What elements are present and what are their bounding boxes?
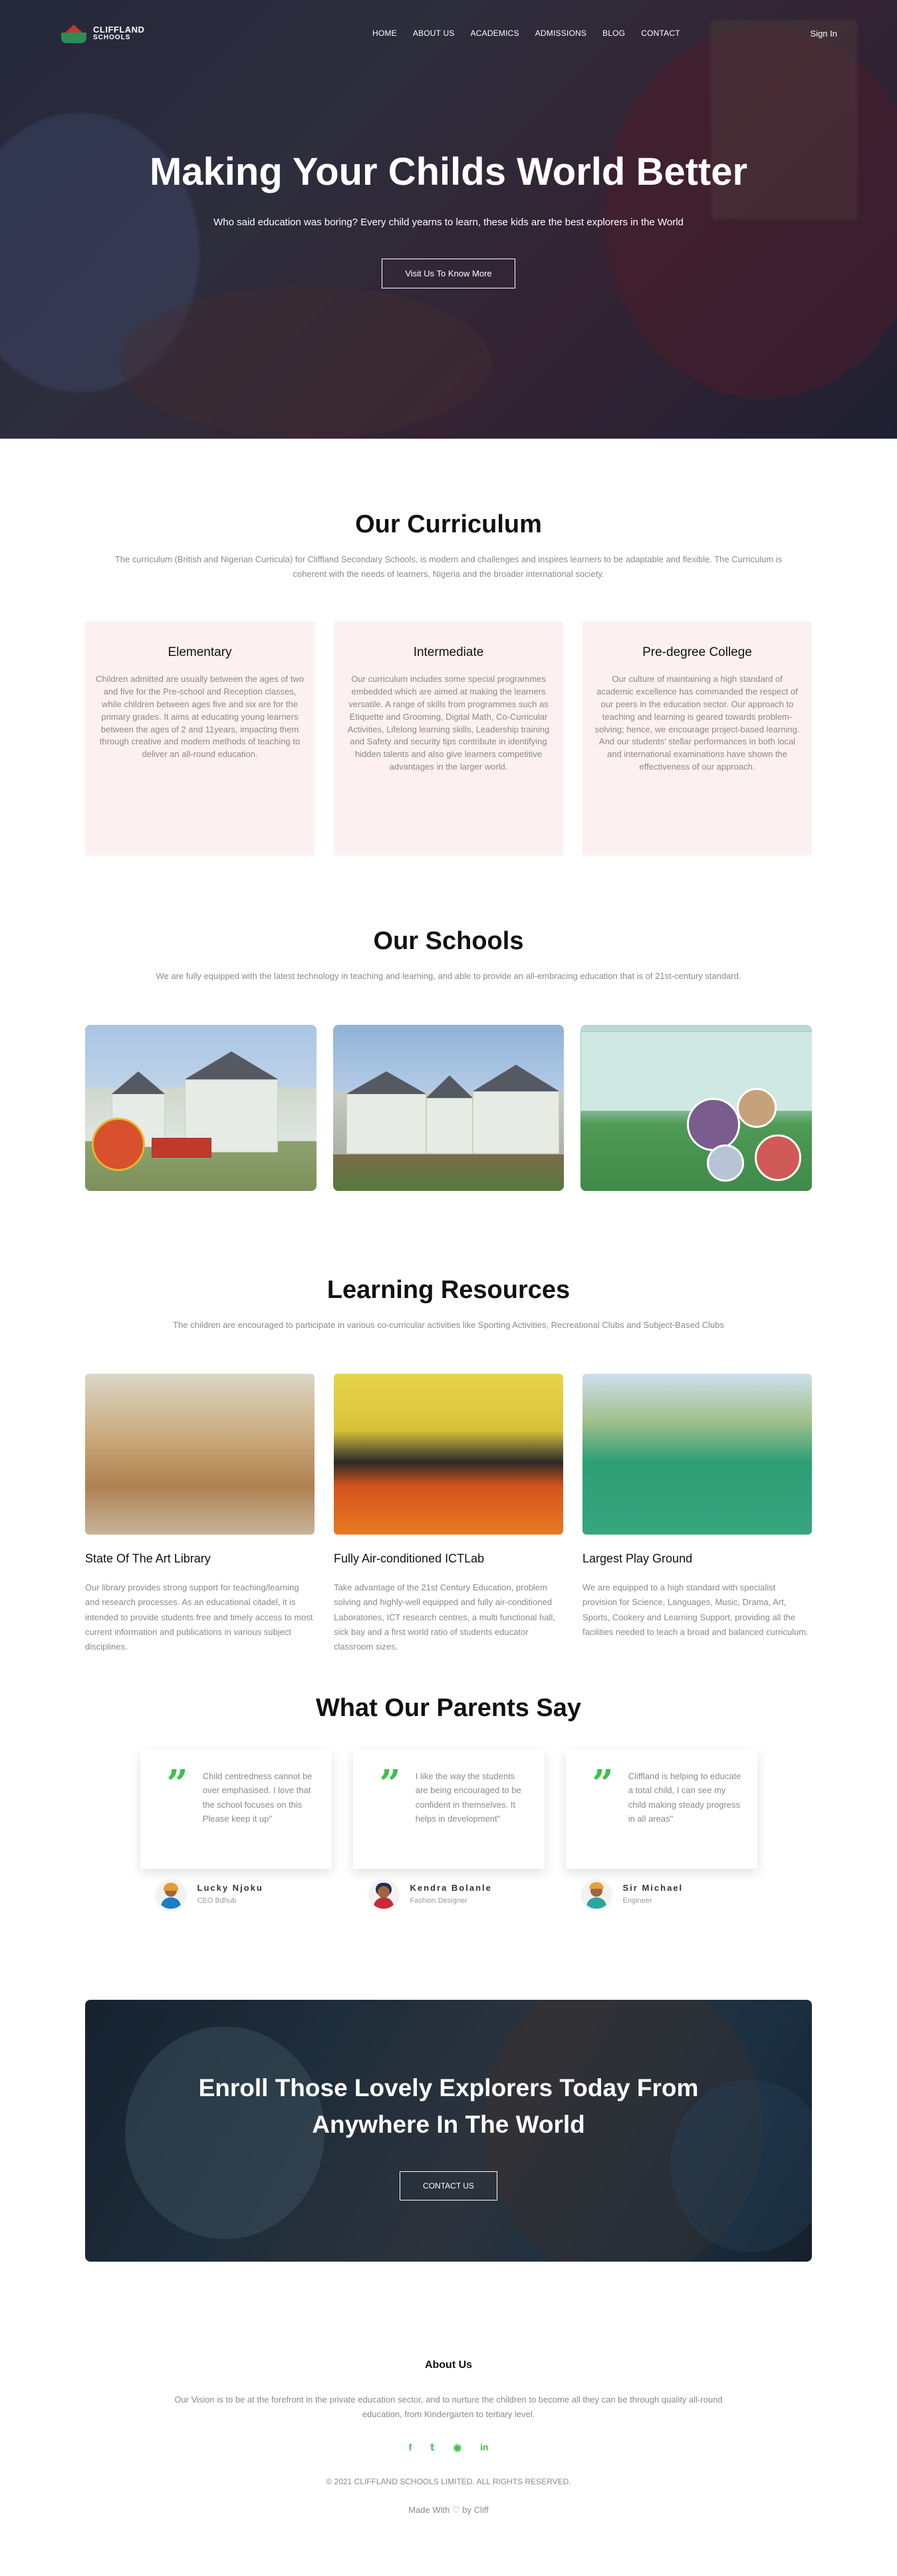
made-prefix: Made With (408, 2505, 450, 2516)
card-text: Our curriculum includes some special pro… (347, 674, 550, 772)
section-title: What Our Parents Say (315, 1693, 582, 1722)
nav-item-about[interactable]: ABOUT US (413, 29, 455, 38)
signin-link[interactable]: Sign In (811, 29, 837, 39)
card-title: Elementary (168, 645, 232, 660)
nav-item-admissions[interactable]: ADMISSIONS (535, 29, 586, 38)
testimonials-section: What Our Parents Say ” Child centredness… (0, 1654, 897, 1909)
resource-library: State Of The Art Library Our library pro… (85, 1374, 315, 1654)
library-photo (85, 1374, 315, 1535)
contact-us-button[interactable]: CONTACT US (400, 2171, 497, 2200)
section-description: We are fully equipped with the latest te… (156, 971, 741, 982)
resource-text: Our library provides strong support for … (85, 1582, 313, 1652)
logo[interactable]: CLIFFLAND SCHOOLS (60, 23, 166, 43)
footer-title: About Us (424, 2359, 473, 2371)
nav-item-contact[interactable]: CONTACT (641, 29, 680, 38)
testimonial-author: Sir Michael Engineer (566, 1879, 757, 1909)
logo-icon (60, 23, 88, 43)
enroll-content: Enroll Those Lovely Explorers Today From… (85, 2070, 812, 2200)
resources-list: State Of The Art Library Our library pro… (85, 1374, 812, 1654)
author-name: Sir Michael (622, 1883, 684, 1893)
linkedin-icon[interactable]: in (480, 2442, 488, 2453)
card-title: Pre-degree College (642, 645, 752, 660)
resources-section: Learning Resources The children are enco… (0, 1191, 897, 1654)
curriculum-card-elementary: Elementary Children admitted are usually… (85, 621, 315, 856)
card-text: Children admitted are usually between th… (96, 674, 304, 760)
quote-icon: ” (166, 1761, 188, 1806)
author-name: Kendra Bolanle (410, 1883, 492, 1893)
section-description: The curriculum (British and Nigerian Cur… (114, 554, 783, 580)
avatar (156, 1879, 186, 1909)
testimonial: ” Cliffland is helping to educate a tota… (565, 1749, 757, 1909)
nav-item-home[interactable]: HOME (372, 29, 397, 38)
quote-icon: ” (592, 1761, 614, 1806)
curriculum-cards: Elementary Children admitted are usually… (85, 621, 812, 856)
nav-item-academics[interactable]: ACADEMICS (471, 29, 519, 38)
hero-section: CLIFFLAND SCHOOLS HOME ABOUT US ACADEMIC… (0, 0, 897, 439)
author-role: Fashion Designer (410, 1897, 467, 1905)
school-photo-building[interactable] (332, 1025, 565, 1192)
section-title: Our Curriculum (355, 510, 542, 538)
school-photos (85, 1025, 813, 1192)
resource-ict-lab: Fully Air-conditioned ICTLab Take advant… (334, 1374, 563, 1654)
hero-content: Making Your Childs World Better Who said… (0, 150, 897, 288)
social-links: f 𝕥 ◉ in (0, 2442, 897, 2453)
resource-title: Largest Play Ground (582, 1552, 693, 1566)
made-suffix: by Cliff (462, 2505, 489, 2516)
ict-lab-photo (334, 1374, 563, 1535)
schools-section: Our Schools We are fully equipped with t… (0, 855, 897, 1192)
author-role: CEO Bdhub (197, 1897, 237, 1905)
nav-item-blog[interactable]: BLOG (602, 29, 625, 38)
resource-title: State Of The Art Library (85, 1552, 211, 1566)
instagram-icon[interactable]: ◉ (453, 2442, 461, 2453)
testimonial-author: Lucky Njoku CEO Bdhub (140, 1879, 332, 1909)
facebook-icon[interactable]: f (409, 2442, 412, 2453)
resource-text: Take advantage of the 21st Century Educa… (334, 1582, 555, 1652)
testimonial: ” I like the way the students are being … (352, 1749, 545, 1909)
school-photo-courtyard[interactable] (580, 1025, 813, 1192)
testimonial-text: I like the way the students are being en… (415, 1771, 521, 1824)
testimonial-card: ” Child centredness cannot be over empha… (140, 1749, 332, 1869)
resource-text: We are equipped to a high standard with … (582, 1582, 809, 1637)
testimonials-list: ” Child centredness cannot be over empha… (0, 1749, 897, 1909)
footer: About Us Our Vision is to be at the fore… (0, 2262, 897, 2542)
curriculum-card-predegree: Pre-degree College Our culture of mainta… (582, 621, 812, 856)
quote-icon: ” (379, 1761, 401, 1806)
hero-subtitle: Who said education was boring? Every chi… (213, 217, 684, 228)
testimonial: ” Child centredness cannot be over empha… (140, 1749, 332, 1909)
testimonial-text: Child centredness cannot be over emphasi… (202, 1771, 313, 1824)
enroll-title-line1: Enroll Those Lovely Explorers Today From (198, 2074, 699, 2101)
heart-icon: ♡ (451, 2505, 460, 2516)
testimonial-card: ” Cliffland is helping to educate a tota… (565, 1749, 757, 1869)
main-nav: CLIFFLAND SCHOOLS HOME ABOUT US ACADEMIC… (0, 0, 897, 66)
card-title: Intermediate (413, 645, 484, 660)
testimonial-card: ” I like the way the students are being … (352, 1749, 545, 1869)
visit-us-button[interactable]: Visit Us To Know More (382, 259, 515, 288)
hero-title: Making Your Childs World Better (149, 150, 748, 193)
logo-text-line1: CLIFFLAND (93, 24, 145, 35)
testimonial-author: Kendra Bolanle Fashion Designer (353, 1879, 545, 1909)
section-title: Learning Resources (326, 1276, 571, 1305)
enroll-banner: Enroll Those Lovely Explorers Today From… (85, 1999, 812, 2262)
copyright: © 2021 CLIFFLAND SCHOOLS LIMITED. ALL RI… (326, 2477, 571, 2487)
resource-title: Fully Air-conditioned ICTLab (334, 1552, 485, 1566)
section-description: The children are encouraged to participa… (173, 1320, 724, 1331)
footer-text: Our Vision is to be at the forefront in … (174, 2394, 723, 2419)
resource-playground: Largest Play Ground We are equipped to a… (582, 1374, 812, 1654)
playground-photo (582, 1374, 812, 1535)
nav-menu: HOME ABOUT US ACADEMICS ADMISSIONS BLOG … (372, 29, 680, 38)
card-text: Our culture of maintaining a high standa… (594, 674, 800, 772)
enroll-title-line2: Anywhere In The World (312, 2111, 585, 2139)
avatar (581, 1879, 611, 1909)
testimonial-text: Cliffland is helping to educate a total … (628, 1771, 741, 1824)
logo-text-line2: SCHOOLS (93, 33, 131, 41)
school-photo-playground[interactable] (85, 1025, 317, 1192)
made-with: Made With ♡ by Cliff (0, 2505, 897, 2516)
section-title: Our Schools (373, 927, 524, 956)
avatar (368, 1879, 398, 1909)
curriculum-card-intermediate: Intermediate Our curriculum includes som… (334, 621, 563, 856)
curriculum-section: Our Curriculum The curriculum (British a… (0, 439, 897, 856)
twitter-icon[interactable]: 𝕥 (430, 2442, 435, 2453)
author-name: Lucky Njoku (197, 1883, 263, 1893)
author-role: Engineer (622, 1897, 652, 1905)
